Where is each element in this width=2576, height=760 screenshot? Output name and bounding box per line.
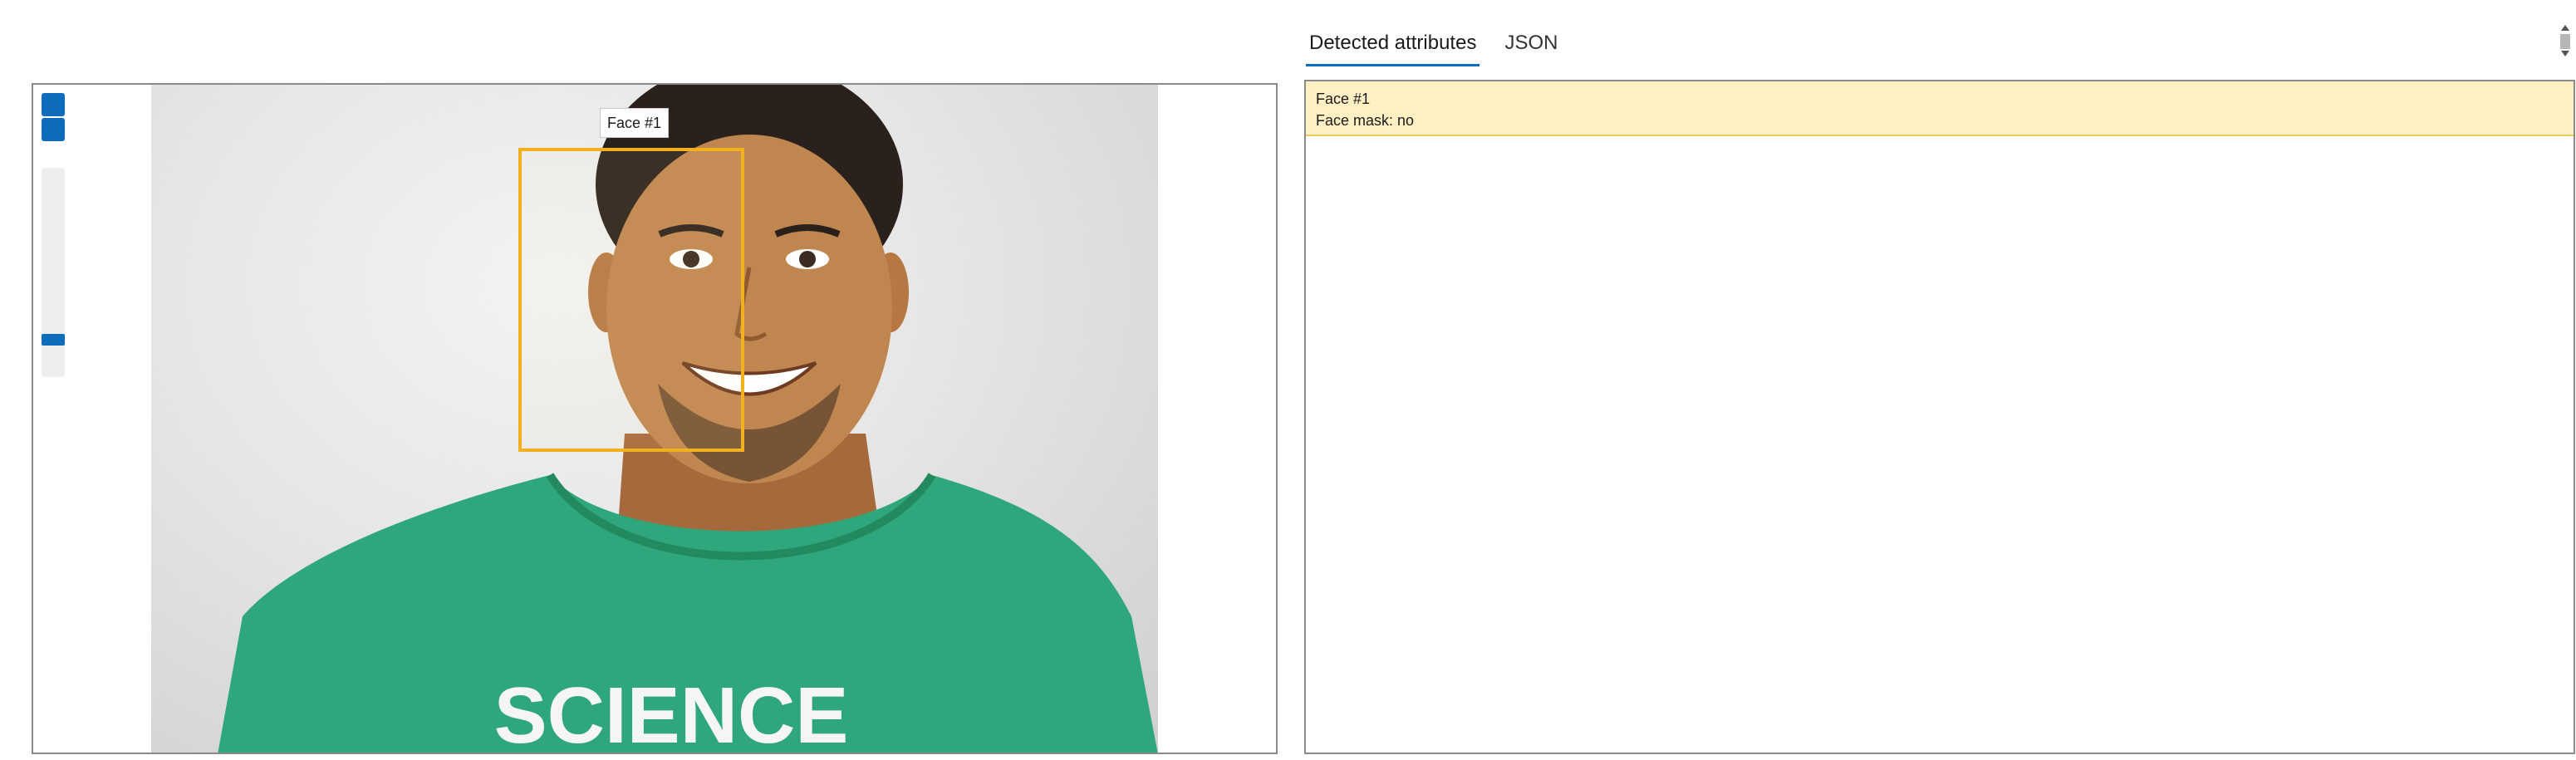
face-result-title: Face #1 (1316, 91, 1371, 107)
tabs-scrollbar[interactable] (2560, 25, 2570, 66)
face-mask-attribute: Face mask: no (1316, 112, 1415, 129)
results-panel: Face #1 Face mask: no (1304, 80, 2575, 754)
image-viewer[interactable]: SCIENCE Face #1 (32, 83, 1278, 754)
face-bounding-box[interactable] (518, 148, 744, 452)
tab-json[interactable]: JSON (1501, 18, 1561, 66)
zoom-slider-thumb[interactable] (42, 334, 65, 346)
scroll-thumb[interactable] (2560, 34, 2570, 49)
tab-detected-attributes[interactable]: Detected attributes (1306, 18, 1480, 66)
zoom-in-icon[interactable] (42, 93, 65, 116)
zoom-out-icon[interactable] (42, 118, 65, 141)
result-tabs: Detected attributes JSON (1306, 18, 1582, 68)
scroll-up-icon[interactable] (2561, 25, 2569, 31)
face-label-tag: Face #1 (600, 108, 670, 138)
zoom-controls (42, 93, 66, 377)
face-result-item[interactable]: Face #1 Face mask: no (1306, 81, 2574, 136)
zoom-slider[interactable] (42, 168, 65, 377)
shirt-text: SCIENCE (494, 671, 849, 754)
app-root: SCIENCE Face #1 Detected attributes JSON… (0, 0, 2576, 760)
right-pupil (799, 251, 816, 267)
scroll-down-icon[interactable] (2561, 51, 2569, 56)
